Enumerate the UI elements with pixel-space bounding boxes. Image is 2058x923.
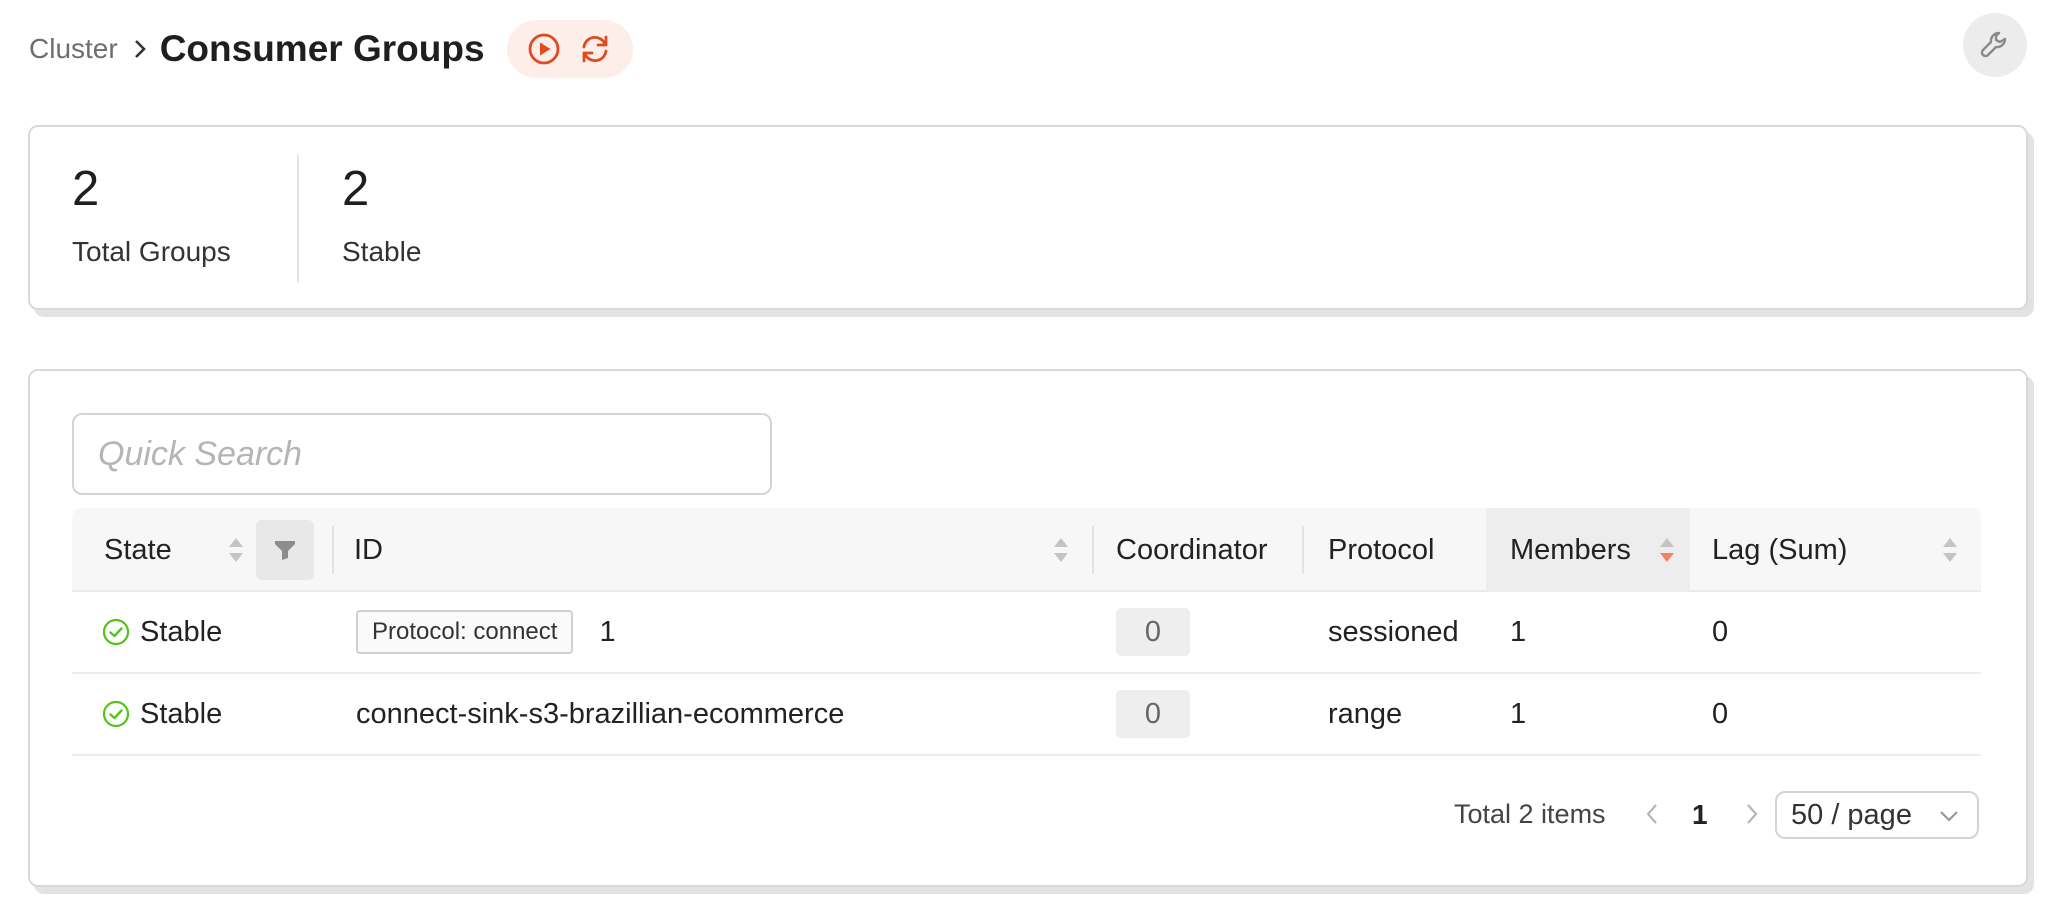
coordinator-cell: 0 bbox=[1116, 592, 1190, 672]
prev-page-button[interactable] bbox=[1642, 799, 1662, 829]
stat-stable: 2 Stable bbox=[342, 165, 421, 268]
consumer-groups-card: State ID Coordinator Protocol Members La… bbox=[28, 369, 2028, 887]
coordinator-badge: 0 bbox=[1116, 608, 1190, 656]
column-header-id[interactable]: ID bbox=[334, 508, 1092, 592]
refresh-icon bbox=[582, 35, 608, 63]
column-header-protocol[interactable]: Protocol bbox=[1304, 508, 1486, 592]
page-size-value: 50 / page bbox=[1791, 798, 1912, 831]
check-circle-icon bbox=[102, 700, 130, 728]
column-label: Protocol bbox=[1328, 533, 1435, 566]
sort-descending-icon bbox=[1660, 538, 1674, 562]
chevron-right-icon bbox=[1747, 804, 1758, 824]
column-header-coordinator[interactable]: Coordinator bbox=[1094, 508, 1302, 592]
settings-button[interactable] bbox=[1963, 13, 2027, 77]
column-label: State bbox=[104, 533, 172, 566]
refresh-button[interactable] bbox=[573, 27, 617, 71]
column-label: Members bbox=[1510, 533, 1631, 566]
sort-icon bbox=[229, 538, 243, 562]
page-number-current[interactable]: 1 bbox=[1692, 799, 1708, 831]
chevron-right-icon bbox=[132, 38, 148, 60]
chevron-left-icon bbox=[1646, 804, 1657, 824]
lag-cell: 0 bbox=[1712, 615, 1729, 648]
check-circle-icon bbox=[102, 618, 130, 646]
filter-button[interactable] bbox=[256, 520, 314, 580]
column-label: Lag (Sum) bbox=[1712, 533, 1848, 566]
stat-value: 2 bbox=[72, 162, 100, 216]
protocol-cell: sessioned bbox=[1328, 615, 1459, 648]
id-cell: Protocol: connect 1 bbox=[356, 592, 616, 672]
filter-icon bbox=[275, 541, 295, 560]
table-row[interactable]: Stable connect-sink-s3-brazillian-ecomme… bbox=[72, 674, 1981, 756]
page-header: Cluster Consumer Groups bbox=[29, 20, 633, 78]
stat-divider bbox=[297, 155, 299, 283]
column-header-state[interactable]: State bbox=[72, 508, 322, 592]
stat-label: Stable bbox=[342, 236, 422, 267]
sort-icon bbox=[1943, 538, 1957, 562]
action-group bbox=[506, 20, 633, 78]
state-cell: Stable bbox=[102, 592, 222, 672]
state-label: Stable bbox=[140, 697, 223, 730]
lag-cell: 0 bbox=[1712, 697, 1729, 730]
column-label: Coordinator bbox=[1116, 533, 1268, 566]
stat-total-groups: 2 Total Groups bbox=[72, 165, 231, 268]
sort-icon bbox=[1054, 538, 1068, 562]
wrench-icon bbox=[1980, 31, 2007, 58]
stat-label: Total Groups bbox=[72, 236, 231, 267]
search-input[interactable] bbox=[72, 413, 772, 495]
group-id-link[interactable]: connect-sink-s3-brazillian-ecommerce bbox=[356, 698, 844, 731]
pagination-total: Total 2 items bbox=[1454, 799, 1606, 829]
state-label: Stable bbox=[140, 615, 223, 648]
protocol-cell: range bbox=[1328, 697, 1403, 730]
column-header-lag[interactable]: Lag (Sum) bbox=[1690, 508, 1981, 592]
table-row[interactable]: Stable Protocol: connect 1 0 sessioned 1… bbox=[72, 592, 1981, 674]
table-header: State ID Coordinator Protocol Members La… bbox=[72, 508, 1981, 592]
play-button[interactable] bbox=[522, 27, 566, 71]
page-size-select[interactable]: 50 / page bbox=[1775, 791, 1979, 839]
coordinator-badge: 0 bbox=[1116, 690, 1190, 738]
protocol-tag: Protocol: connect bbox=[356, 610, 574, 654]
coordinator-cell: 0 bbox=[1116, 674, 1190, 754]
stats-card: 2 Total Groups 2 Stable bbox=[28, 125, 2028, 310]
column-label: ID bbox=[354, 533, 383, 566]
pagination: Total 2 items 1 50 / page bbox=[30, 791, 2026, 841]
play-icon bbox=[528, 33, 560, 65]
members-cell: 1 bbox=[1510, 697, 1527, 730]
id-cell: connect-sink-s3-brazillian-ecommerce bbox=[356, 674, 844, 754]
state-cell: Stable bbox=[102, 674, 222, 754]
page-title: Consumer Groups bbox=[159, 28, 485, 69]
group-id-link[interactable]: 1 bbox=[599, 616, 615, 649]
next-page-button[interactable] bbox=[1742, 799, 1762, 829]
stat-value: 2 bbox=[342, 162, 370, 216]
members-cell: 1 bbox=[1510, 615, 1527, 648]
breadcrumb-cluster[interactable]: Cluster bbox=[29, 33, 118, 65]
column-header-members[interactable]: Members bbox=[1486, 508, 1690, 592]
chevron-down-icon bbox=[1937, 805, 1961, 827]
